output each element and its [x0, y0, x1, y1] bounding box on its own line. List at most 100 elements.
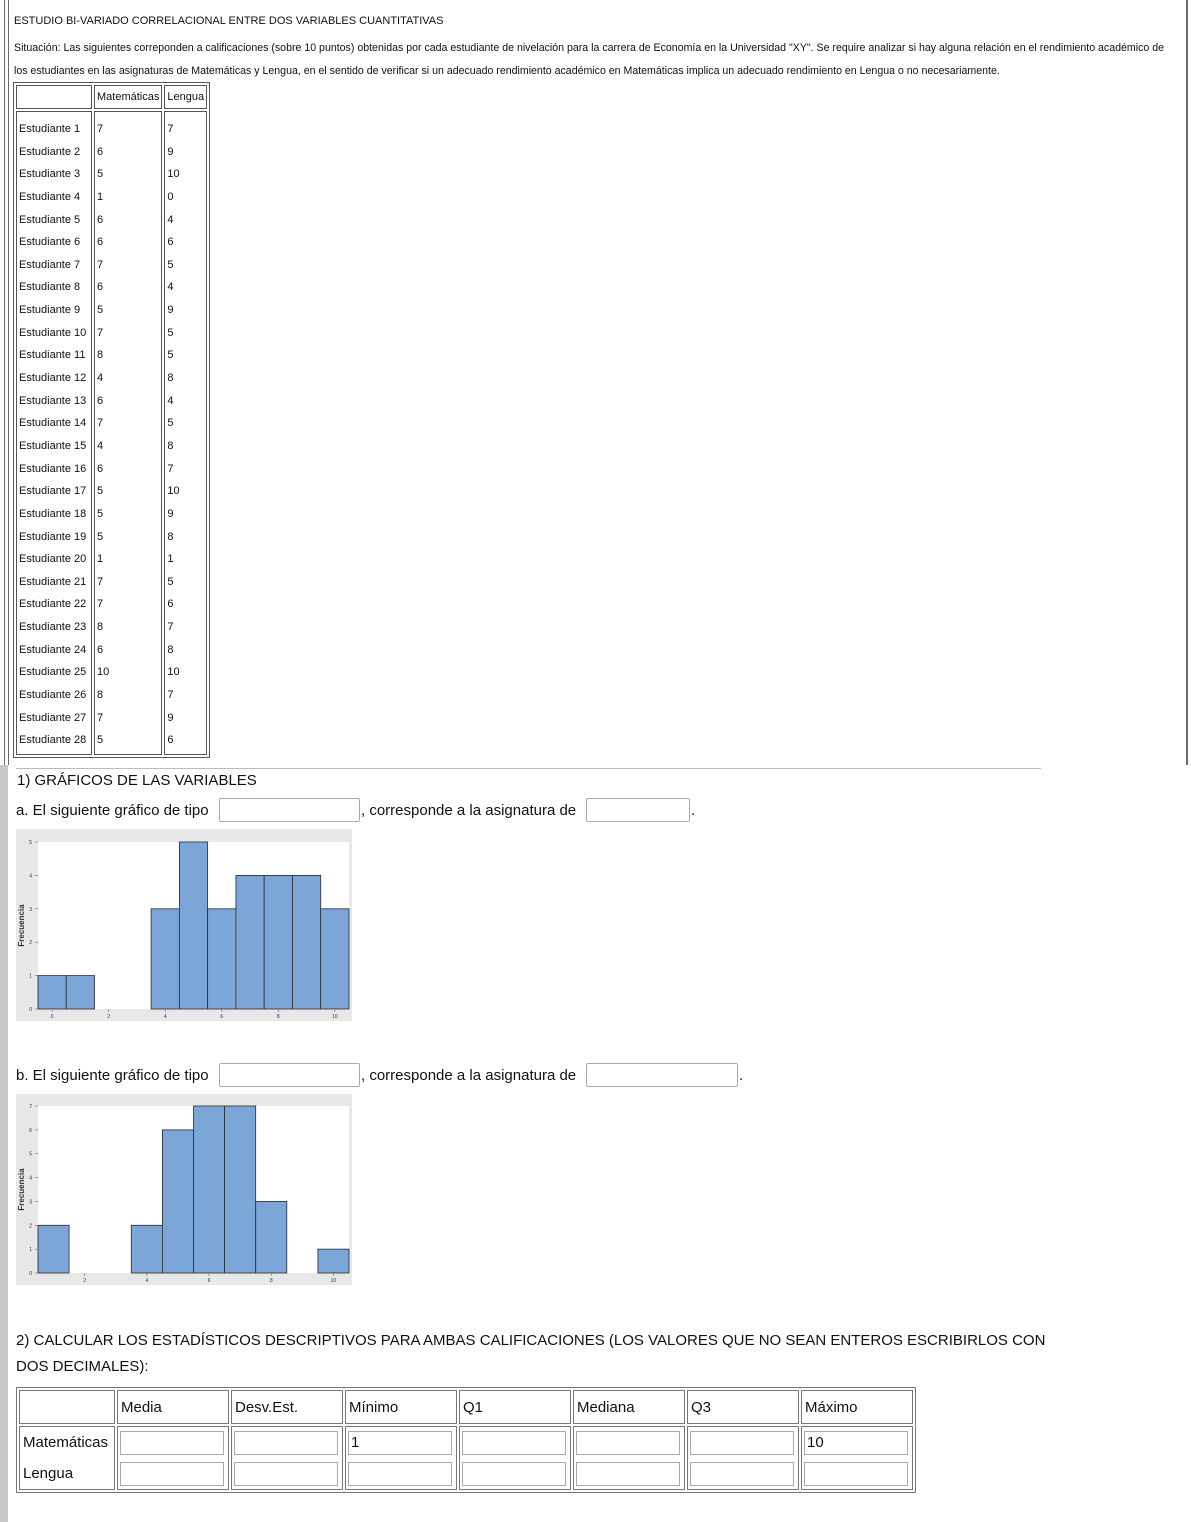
student-label: Estudiante 11	[19, 349, 86, 362]
stats-input[interactable]	[690, 1461, 794, 1486]
student-label: Estudiante 18	[19, 507, 87, 520]
y-tick-label: 4	[29, 873, 32, 879]
stats-input[interactable]	[120, 1461, 224, 1486]
histogram-bar	[193, 1105, 226, 1274]
language-grade: 8	[167, 530, 174, 543]
stats-input[interactable]	[804, 1461, 908, 1486]
stats-header-cell: Máximo	[801, 1390, 913, 1424]
math-grade: 8	[97, 689, 104, 702]
stats-table: Media Desv.Est. Mínimo Q1 Mediana Q3 Máximo Mat…	[16, 1387, 916, 1493]
stats-input[interactable]	[576, 1430, 680, 1455]
x-tick-label: 8	[270, 1278, 273, 1284]
question-b-subject-input[interactable]	[586, 1063, 738, 1087]
student-label: Estudiante 23	[19, 621, 87, 634]
y-tick-label: 0	[29, 1271, 32, 1277]
left-border	[4, 0, 5, 765]
math-grade: 4	[97, 372, 104, 385]
grades-column-2: 7 9 10 0 4 6 5 4 9 5 5 8 4 5 8 7 10 9 8 1 5 6 7 8 10 7 9 6	[164, 111, 208, 755]
math-grade: 7	[97, 575, 104, 588]
language-grade: 10	[167, 485, 180, 498]
stats-input[interactable]	[462, 1461, 566, 1486]
language-grade: 4	[167, 213, 174, 226]
math-grade: 5	[97, 530, 104, 543]
stats-input[interactable]	[576, 1461, 680, 1486]
question-b-prefix: b. El siguiente gráfico de tipo	[16, 1067, 209, 1084]
student-label: Estudiante 6	[19, 236, 81, 249]
math-grade: 5	[97, 168, 104, 181]
histogram-bar	[255, 1201, 288, 1274]
language-grade: 8	[167, 643, 174, 656]
math-grade: 6	[97, 145, 104, 158]
language-grade: 9	[167, 145, 174, 158]
math-grade: 6	[97, 394, 104, 407]
math-grade: 5	[97, 507, 104, 520]
language-grade: 6	[167, 598, 174, 611]
stats-header-cell	[19, 1390, 115, 1424]
stats-header-cell: Q1	[459, 1390, 571, 1424]
stats-input[interactable]	[120, 1430, 224, 1455]
stats-input[interactable]: 10	[804, 1430, 908, 1455]
histogram-bar	[161, 1129, 194, 1274]
grades-column-1: 7 6 5 1 6 6 7 6 5 7 8 4 6 7 4 6 5 5 5 1 7 7 8 6 10 8 7 5	[94, 111, 163, 755]
stats-row-label: Lengua	[23, 1465, 74, 1482]
stats-header-cell: Mediana	[573, 1390, 685, 1424]
student-label: Estudiante 21	[19, 575, 87, 588]
language-grade: 0	[167, 190, 174, 203]
language-grade: 5	[167, 575, 174, 588]
stats-header-cell: Desv.Est.	[231, 1390, 343, 1424]
math-grade: 1	[97, 190, 104, 203]
stats-input[interactable]	[690, 1430, 794, 1455]
language-grade: 10	[167, 168, 180, 181]
histogram-bar	[178, 841, 209, 1010]
histogram-bar	[320, 908, 350, 1010]
math-grade: 7	[97, 258, 104, 271]
math-grade: 7	[97, 417, 104, 430]
question-a-prefix: a. El siguiente gráfico de tipo	[16, 802, 209, 819]
histogram-b: 0 1 2 3 4 5 6 7 2 4 6 8 10 Frecuencia	[16, 1094, 352, 1285]
histogram-bar	[224, 1105, 257, 1274]
y-tick-label: 3	[29, 1199, 32, 1205]
language-grade: 7	[167, 462, 174, 475]
stats-column	[231, 1426, 343, 1490]
language-grade: 5	[167, 417, 174, 430]
x-tick-label: 4	[164, 1014, 167, 1020]
histogram-a: 0 1 2 3 4 5 0 2 4 6 8 10 Frecuencia	[16, 829, 352, 1021]
student-label: Estudiante 24	[19, 643, 87, 656]
question-b-type-input[interactable]	[219, 1063, 360, 1087]
y-tick-label: 5	[29, 840, 32, 846]
student-label: Estudiante 9	[19, 304, 81, 317]
math-grade: 7	[97, 711, 104, 724]
language-grade: 7	[167, 123, 174, 135]
stats-input[interactable]: 1	[348, 1430, 452, 1455]
y-tick-label: 5	[29, 1152, 32, 1158]
histogram-bar	[292, 875, 322, 1010]
section-divider	[16, 768, 1041, 769]
question-a-type-input[interactable]	[219, 798, 360, 822]
student-label: Estudiante 26	[19, 689, 87, 702]
x-tick-label: 10	[331, 1278, 337, 1284]
student-label: Estudiante 4	[19, 190, 81, 203]
math-grade: 4	[97, 439, 104, 452]
stats-input[interactable]	[234, 1461, 338, 1486]
y-axis-label: Frecuencia	[17, 904, 26, 947]
grades-header-cell: Matemáticas	[94, 85, 163, 109]
student-label: Estudiante 22	[19, 598, 87, 611]
language-grade: 6	[167, 734, 174, 747]
situation-text: Situación: Las siguientes correponden a …	[14, 42, 1164, 77]
histogram-bar	[130, 1224, 163, 1274]
grades-table: Matemáticas Lengua Estudiante 1 Estudiante…	[13, 82, 211, 758]
stats-input[interactable]	[348, 1461, 452, 1486]
stats-column	[573, 1426, 685, 1490]
stats-input[interactable]	[462, 1430, 566, 1455]
stats-column	[459, 1426, 571, 1490]
language-grade: 9	[167, 711, 174, 724]
language-grade: 10	[167, 666, 180, 679]
student-label: Estudiante 20	[19, 553, 87, 566]
stats-input[interactable]	[234, 1430, 338, 1455]
question-a-subject-input[interactable]	[586, 798, 690, 822]
x-tick-label: 2	[107, 1014, 110, 1020]
histogram-bar	[263, 875, 293, 1010]
math-grade: 7	[97, 123, 104, 135]
stats-column	[117, 1426, 229, 1490]
student-label: Estudiante 12	[19, 372, 87, 385]
